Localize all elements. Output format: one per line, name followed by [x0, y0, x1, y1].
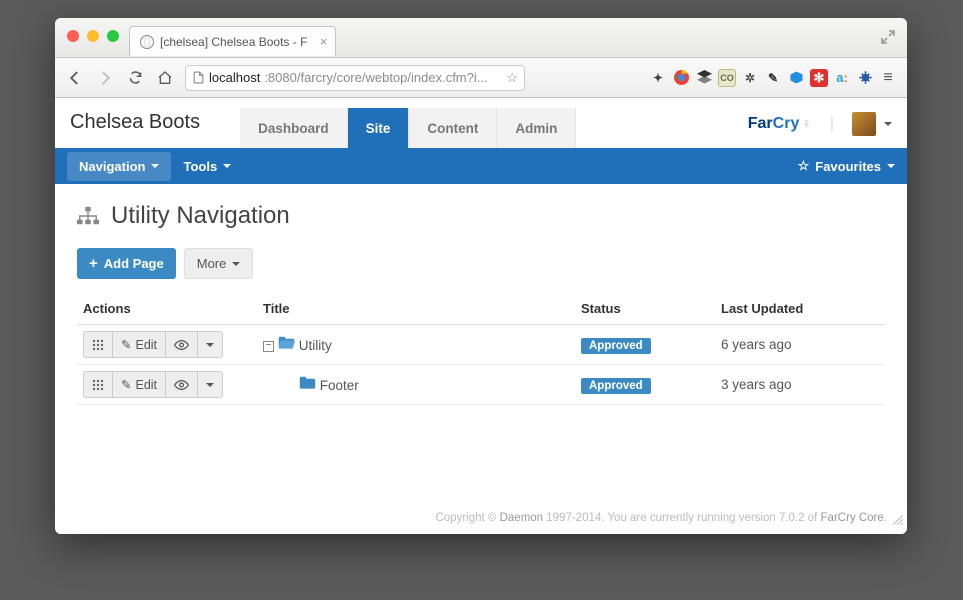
- plus-icon: +: [89, 255, 98, 272]
- page-icon: [192, 71, 205, 84]
- primary-tabs: Dashboard Site Content Admin: [240, 108, 576, 148]
- row-title: Utility: [299, 338, 332, 353]
- content-table: Actions Title Status Last Updated ✎ Edit…: [77, 293, 885, 405]
- drag-handle-button[interactable]: [83, 331, 113, 358]
- edit-button[interactable]: ✎ Edit: [113, 371, 166, 398]
- url-host: localhost: [209, 70, 260, 85]
- chevron-down-icon: [232, 262, 240, 270]
- row-title: Footer: [320, 378, 359, 393]
- chevron-down-icon: [887, 164, 895, 172]
- farcry-core-link[interactable]: FarCry Core: [821, 512, 884, 524]
- drag-handle-button[interactable]: [83, 371, 113, 398]
- daemon-link[interactable]: Daemon: [500, 512, 543, 524]
- zoom-window-button[interactable]: [107, 30, 119, 42]
- avatar: [852, 112, 876, 136]
- browser-toolbar: localhost :8080/farcry/core/webtop/index.…: [55, 58, 907, 98]
- ext-buffer-icon[interactable]: [695, 69, 713, 87]
- tab-dashboard[interactable]: Dashboard: [240, 108, 348, 148]
- chevron-down-icon: [151, 164, 159, 172]
- eye-icon: [174, 340, 189, 350]
- pencil-icon: ✎: [121, 377, 131, 392]
- subnav-tools[interactable]: Tools: [171, 152, 243, 181]
- back-icon[interactable]: [65, 68, 85, 88]
- chevron-down-icon: [223, 164, 231, 172]
- pencil-icon: ✎: [121, 337, 131, 352]
- secondary-nav: Navigation Tools ☆Favourites: [55, 148, 907, 184]
- col-actions: Actions: [77, 293, 257, 325]
- ext-chrome-icon[interactable]: [672, 69, 690, 87]
- ext-gear-icon[interactable]: ✲: [741, 69, 759, 87]
- content-area: Utility Navigation +Add Page More Action…: [55, 184, 907, 423]
- url-path: :8080/farcry/core/webtop/index.cfm?i...: [264, 70, 487, 85]
- window-controls: [67, 30, 119, 42]
- ext-bug-icon[interactable]: [856, 69, 874, 87]
- ext-evernote-icon[interactable]: ✦: [649, 69, 667, 87]
- page-toolbar: +Add Page More: [77, 248, 885, 279]
- resize-handle-icon[interactable]: [891, 512, 903, 530]
- subnav-navigation[interactable]: Navigation: [67, 152, 171, 181]
- close-window-button[interactable]: [67, 30, 79, 42]
- reload-icon[interactable]: [125, 68, 145, 88]
- chevron-down-icon: [206, 383, 214, 391]
- star-icon[interactable]: ☆: [506, 70, 518, 86]
- row-more-button[interactable]: [198, 331, 223, 358]
- col-updated: Last Updated: [715, 293, 885, 325]
- ext-a-icon[interactable]: a:: [833, 69, 851, 87]
- ext-pencil-icon[interactable]: ✎: [764, 69, 782, 87]
- minimize-window-button[interactable]: [87, 30, 99, 42]
- page-title: Utility Navigation: [77, 202, 885, 230]
- app-header: Chelsea Boots Dashboard Site Content Adm…: [55, 98, 907, 148]
- favourites-menu[interactable]: ☆Favourites: [798, 158, 895, 174]
- address-bar[interactable]: localhost :8080/farcry/core/webtop/index.…: [185, 65, 525, 91]
- browser-window: [chelsea] Chelsea Boots - F × localhost:…: [55, 18, 907, 534]
- bulb-icon: ♀: [801, 115, 812, 131]
- chevron-down-icon: [884, 122, 892, 130]
- close-tab-icon[interactable]: ×: [320, 34, 328, 49]
- add-page-button[interactable]: +Add Page: [77, 248, 176, 279]
- tab-title: [chelsea] Chelsea Boots - F: [160, 35, 307, 49]
- edit-button[interactable]: ✎ Edit: [113, 331, 166, 358]
- row-actions: ✎ Edit: [83, 331, 223, 358]
- browser-tab[interactable]: [chelsea] Chelsea Boots - F ×: [129, 26, 336, 56]
- ext-co-icon[interactable]: CO: [718, 69, 736, 87]
- col-status: Status: [575, 293, 715, 325]
- extensions: ✦ CO ✲ ✎ ✻ a: ≡: [649, 69, 897, 87]
- sitemap-icon: [77, 206, 99, 226]
- ext-box-icon[interactable]: [787, 69, 805, 87]
- expand-icon[interactable]: [881, 30, 895, 49]
- forward-icon[interactable]: [95, 68, 115, 88]
- folder-icon: [299, 378, 316, 393]
- globe-icon: [140, 35, 154, 49]
- preview-button[interactable]: [166, 371, 198, 398]
- row-updated: 3 years ago: [715, 365, 885, 405]
- row-actions: ✎ Edit: [83, 371, 223, 398]
- row-more-button[interactable]: [198, 371, 223, 398]
- tab-admin[interactable]: Admin: [497, 108, 576, 148]
- brand-title: Chelsea Boots: [70, 111, 200, 148]
- browser-tab-strip: [chelsea] Chelsea Boots - F ×: [55, 18, 907, 58]
- more-button[interactable]: More: [184, 248, 254, 279]
- eye-icon: [174, 380, 189, 390]
- status-badge: Approved: [581, 378, 651, 394]
- home-icon[interactable]: [155, 68, 175, 88]
- status-badge: Approved: [581, 338, 651, 354]
- footer-text: Copyright © Daemon 1997-2014. You are cu…: [436, 512, 888, 524]
- preview-button[interactable]: [166, 331, 198, 358]
- tab-site[interactable]: Site: [348, 108, 410, 148]
- star-icon: ☆: [798, 158, 810, 174]
- ext-menu-icon[interactable]: ≡: [879, 69, 897, 87]
- collapse-icon[interactable]: −: [263, 341, 274, 352]
- row-updated: 6 years ago: [715, 325, 885, 365]
- tab-content[interactable]: Content: [409, 108, 497, 148]
- user-menu[interactable]: [852, 112, 892, 136]
- col-title: Title: [257, 293, 575, 325]
- farcry-logo[interactable]: FarCry♀: [748, 115, 812, 133]
- ext-xmarks-icon[interactable]: ✻: [810, 69, 828, 87]
- chevron-down-icon: [206, 343, 214, 351]
- folder-icon: [278, 338, 295, 353]
- table-row: ✎ Edit Footer Approved 3 years ago: [77, 365, 885, 405]
- table-row: ✎ Edit − Utility Approved 6 years ago: [77, 325, 885, 365]
- app-viewport: Chelsea Boots Dashboard Site Content Adm…: [55, 98, 907, 534]
